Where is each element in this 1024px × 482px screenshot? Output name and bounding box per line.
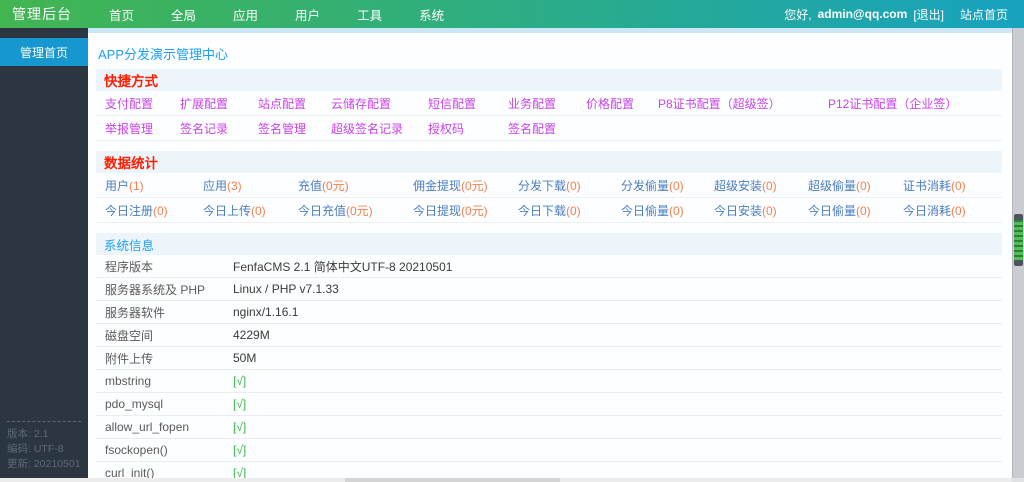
stat-dist-downloads: 分发下载(0) — [518, 178, 581, 193]
link-cloud-storage-config[interactable]: 云储存配置 — [331, 95, 428, 112]
vertical-scrollbar-thumb[interactable] — [1014, 214, 1023, 266]
stat-recharge: 充值(0元) — [298, 178, 349, 193]
shortcuts-row-1: 支付配置 扩展配置 站点配置 云储存配置 短信配置 业务配置 价格配置 P8证书… — [96, 91, 1002, 116]
top-bar: 管理后台 首页 全局 应用 用户 工具 系统 您好, admin@qq.com … — [0, 0, 1024, 28]
link-sign-records[interactable]: 签名记录 — [180, 120, 258, 137]
link-p12-cert-config[interactable]: P12证书配置（企业签） — [828, 95, 1002, 112]
link-business-config[interactable]: 业务配置 — [508, 95, 586, 112]
link-price-config[interactable]: 价格配置 — [586, 95, 658, 112]
stats-row-2: 今日注册(0) 今日上传(0) 今日充值(0元) 今日提现(0元) 今日下载(0… — [96, 198, 1002, 223]
stat-apps: 应用(3) — [203, 178, 242, 193]
stat-cert-consumed: 证书消耗(0) — [903, 178, 966, 193]
stat-users: 用户(1) — [105, 178, 144, 193]
sidebar-footer: 版本: 2.1 编码: UTF-8 更新: 20210501 — [7, 421, 81, 472]
horizontal-scrollbar-track[interactable] — [0, 478, 1012, 482]
link-pay-config[interactable]: 支付配置 — [105, 95, 180, 112]
stat-super-installs: 超级安装(0) — [714, 178, 777, 193]
stat-super-stolen: 超级偷量(0) — [808, 178, 871, 193]
link-sign-config[interactable]: 签名配置 — [508, 120, 1002, 137]
stat-today-stolen-2: 今日偷量(0) — [808, 203, 871, 218]
stat-today-recharge: 今日充值(0元) — [298, 203, 373, 218]
shortcuts-panel: 快捷方式 支付配置 扩展配置 站点配置 云储存配置 短信配置 业务配置 价格配置… — [96, 69, 1002, 141]
stats-panel: 数据统计 用户(1) 应用(3) 充值(0元) 佣金提现(0元) 分发下载(0)… — [96, 151, 1002, 223]
stat-today-installs: 今日安装(0) — [714, 203, 777, 218]
app-title: 管理后台 — [12, 6, 72, 22]
main-content: APP分发演示管理中心 快捷方式 支付配置 扩展配置 站点配置 云储存配置 短信… — [88, 28, 1012, 478]
system-info-panel: 系统信息 程序版本 FenfaCMS 2.1 简体中文UTF-8 2021050… — [96, 233, 1002, 478]
nav-apps[interactable]: 应用 — [217, 0, 274, 28]
vertical-scrollbar-track[interactable] — [1012, 28, 1024, 478]
link-sign-manage[interactable]: 签名管理 — [258, 120, 331, 137]
top-nav: 首页 全局 应用 用户 工具 系统 — [88, 0, 460, 28]
sidebar: 管理首页 版本: 2.1 编码: UTF-8 更新: 20210501 — [0, 28, 88, 478]
sidebar-item-admin-home[interactable]: 管理首页 — [0, 38, 88, 66]
sidebar-updated: 更新: 20210501 — [7, 458, 81, 470]
sidebar-encoding: 编码: UTF-8 — [7, 443, 64, 455]
check-icon: [√] — [233, 397, 247, 411]
stat-today-consumed: 今日消耗(0) — [903, 203, 966, 218]
nav-global[interactable]: 全局 — [155, 0, 212, 28]
check-icon: [√] — [233, 420, 247, 434]
stat-today-stolen-1: 今日偷量(0) — [621, 203, 684, 218]
scrollbar-corner — [1012, 478, 1024, 482]
system-section-title: 系统信息 — [96, 233, 1002, 255]
table-row-disk-space: 磁盘空间 4229M — [96, 324, 1002, 347]
table-row-allow-url-fopen: allow_url_fopen [√] — [96, 416, 1002, 439]
table-row-upload-limit: 附件上传 50M — [96, 347, 1002, 370]
stats-row-1: 用户(1) 应用(3) 充值(0元) 佣金提现(0元) 分发下载(0) 分发偷量… — [96, 173, 1002, 198]
site-home-link[interactable]: 站点首页 — [960, 6, 1008, 23]
table-row-curl-init: curl_init() [√] — [96, 462, 1002, 478]
page-title: APP分发演示管理中心 — [98, 47, 229, 62]
stats-section-title: 数据统计 — [96, 151, 1002, 173]
link-sms-config[interactable]: 短信配置 — [428, 95, 508, 112]
table-row-program-version: 程序版本 FenfaCMS 2.1 简体中文UTF-8 20210501 — [96, 255, 1002, 278]
stat-today-downloads: 今日下载(0) — [518, 203, 581, 218]
shortcuts-section-title: 快捷方式 — [96, 69, 1002, 91]
user-area: 您好, admin@qq.com [退出] 站点首页 — [784, 6, 1024, 23]
nav-home[interactable]: 首页 — [93, 0, 150, 28]
stat-today-uploads: 今日上传(0) — [203, 203, 266, 218]
check-icon: [√] — [233, 374, 247, 388]
link-site-config[interactable]: 站点配置 — [258, 95, 331, 112]
stat-today-withdraw: 今日提现(0元) — [413, 203, 488, 218]
shortcuts-row-2: 举报管理 签名记录 签名管理 超级签名记录 授权码 签名配置 — [96, 116, 1002, 141]
stat-today-registered: 今日注册(0) — [105, 203, 168, 218]
nav-system[interactable]: 系统 — [403, 0, 460, 28]
check-icon: [√] — [233, 466, 247, 478]
table-row-pdo-mysql: pdo_mysql [√] — [96, 393, 1002, 416]
link-auth-code[interactable]: 授权码 — [428, 120, 508, 137]
logout-link[interactable]: [退出] — [913, 6, 944, 23]
table-row-mbstring: mbstring [√] — [96, 370, 1002, 393]
nav-tools[interactable]: 工具 — [341, 0, 398, 28]
stat-dist-stolen: 分发偷量(0) — [621, 178, 684, 193]
horizontal-scrollbar-thumb[interactable] — [345, 478, 560, 482]
link-super-sign-records[interactable]: 超级签名记录 — [331, 120, 428, 137]
user-email: admin@qq.com — [817, 7, 908, 21]
link-p8-cert-config[interactable]: P8证书配置（超级签） — [658, 95, 828, 112]
nav-users[interactable]: 用户 — [279, 0, 336, 28]
stat-commission-withdraw: 佣金提现(0元) — [413, 178, 488, 193]
link-extend-config[interactable]: 扩展配置 — [180, 95, 258, 112]
table-row-server-os-php: 服务器系统及 PHP Linux / PHP v7.1.33 — [96, 278, 1002, 301]
sidebar-version: 版本: 2.1 — [7, 428, 49, 440]
link-report-manage[interactable]: 举报管理 — [105, 120, 180, 137]
check-icon: [√] — [233, 443, 247, 457]
table-row-server-software: 服务器软件 nginx/1.16.1 — [96, 301, 1002, 324]
table-row-fsockopen: fsockopen() [√] — [96, 439, 1002, 462]
greeting-text: 您好, — [784, 7, 812, 22]
